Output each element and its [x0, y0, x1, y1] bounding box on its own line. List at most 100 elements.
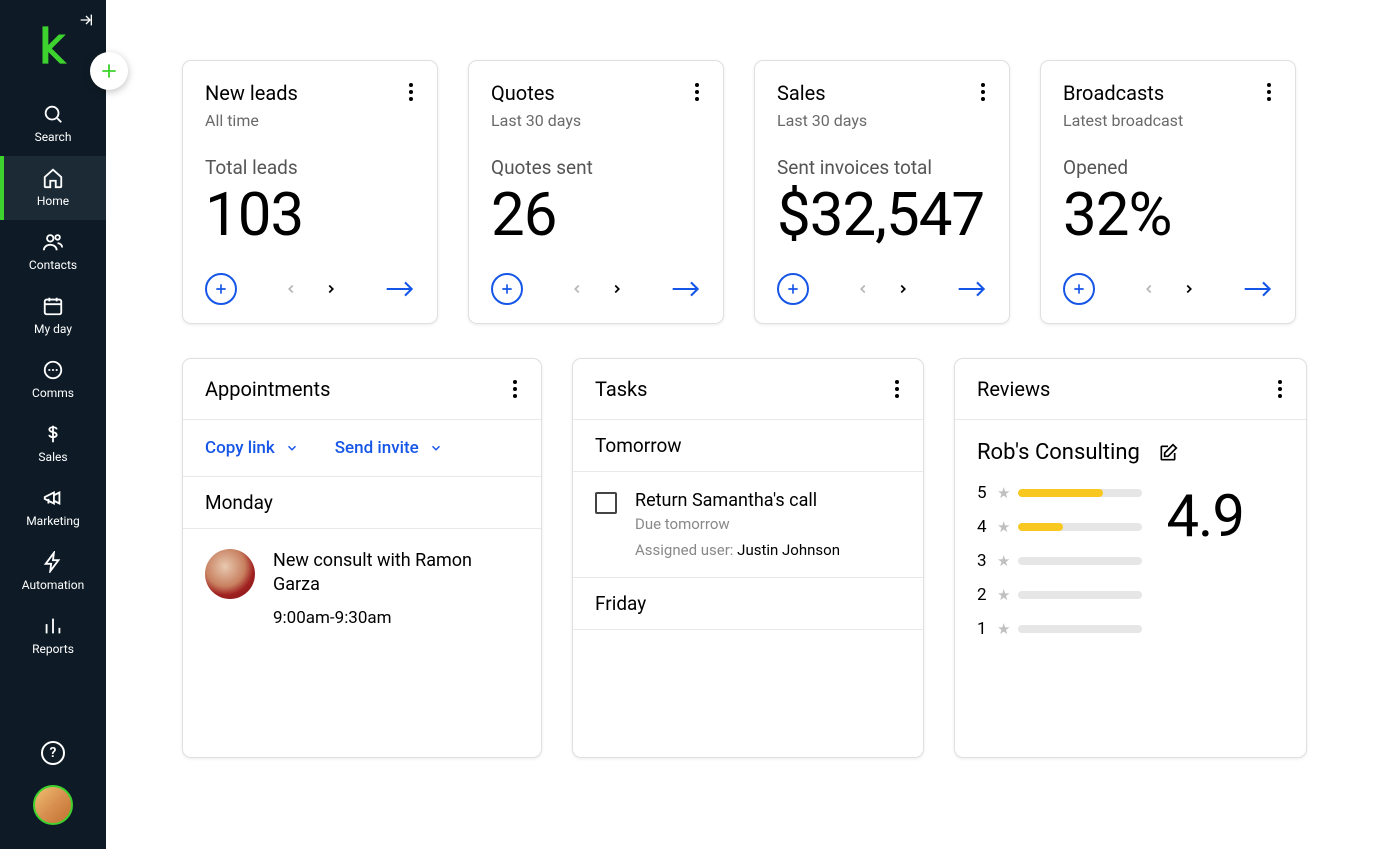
task-item[interactable]: Return Samantha's call Due tomorrow Assi… [573, 472, 923, 578]
search-icon [41, 102, 65, 126]
stat-title: Sales [777, 81, 867, 105]
stat-card: QuotesLast 30 daysQuotes sent26 [468, 60, 724, 324]
stat-value: 26 [491, 185, 701, 245]
chat-icon [41, 358, 65, 382]
more-icon[interactable] [407, 81, 415, 103]
arrow-right-icon[interactable] [385, 279, 415, 299]
task-day-header: Tomorrow [573, 420, 923, 472]
appointment-item[interactable]: New consult with Ramon Garza 9:00am-9:30… [183, 529, 541, 648]
dollar-icon [41, 422, 65, 446]
arrow-right-icon[interactable] [957, 279, 987, 299]
main-content: New leadsAll timeTotal leads103QuotesLas… [106, 0, 1373, 849]
stat-label: Quotes sent [491, 156, 701, 179]
home-icon [41, 166, 65, 190]
rating-bar [1018, 489, 1142, 497]
stat-card: SalesLast 30 daysSent invoices total$32,… [754, 60, 1010, 324]
bolt-icon [41, 550, 65, 574]
rating-bar [1018, 523, 1142, 531]
star-icon: ★ [997, 552, 1010, 570]
stat-title: Broadcasts [1063, 81, 1183, 105]
more-icon[interactable] [1265, 81, 1273, 103]
star-icon: ★ [997, 518, 1010, 536]
stat-card: BroadcastsLatest broadcastOpened32% [1040, 60, 1296, 324]
user-avatar[interactable] [33, 785, 73, 825]
stat-title: Quotes [491, 81, 581, 105]
chevron-left-icon [570, 280, 584, 298]
edit-icon[interactable] [1158, 443, 1178, 463]
stat-subtitle: Last 30 days [777, 111, 867, 130]
task-day-header: Friday [573, 578, 923, 630]
appointment-title: New consult with Ramon Garza [273, 549, 519, 598]
chevron-left-icon [1142, 280, 1156, 298]
bar-chart-icon [41, 614, 65, 638]
rating-row: 1★ [977, 619, 1142, 639]
more-icon[interactable] [1276, 378, 1284, 400]
business-name: Rob's Consulting [977, 440, 1140, 465]
star-icon: ★ [997, 620, 1010, 638]
appointment-day-header: Monday [183, 477, 541, 529]
sidebar: Search Home Contacts My day Comms Sales Market… [0, 0, 106, 849]
chevron-right-icon[interactable] [1182, 280, 1196, 298]
more-icon[interactable] [893, 378, 901, 400]
nav-label: My day [34, 322, 72, 336]
add-icon[interactable] [205, 273, 237, 305]
task-checkbox[interactable] [595, 492, 617, 514]
reviews-card: Reviews Rob's Consulting 5★4★3★2★1★ 4.9 [954, 358, 1307, 758]
arrow-right-icon[interactable] [1243, 279, 1273, 299]
chevron-right-icon[interactable] [610, 280, 624, 298]
add-icon[interactable] [1063, 273, 1095, 305]
stat-title: New leads [205, 81, 298, 105]
nav-bolt[interactable]: Automation [0, 540, 106, 604]
arrow-right-icon[interactable] [671, 279, 701, 299]
add-icon[interactable] [491, 273, 523, 305]
rating-number: 3 [977, 551, 989, 571]
rating-row: 5★ [977, 483, 1142, 503]
chevron-right-icon[interactable] [324, 280, 338, 298]
stat-card: New leadsAll timeTotal leads103 [182, 60, 438, 324]
rating-number: 2 [977, 585, 989, 605]
nav-contacts[interactable]: Contacts [0, 220, 106, 284]
contact-avatar [205, 549, 255, 599]
stat-label: Total leads [205, 156, 415, 179]
rating-bar [1018, 625, 1142, 633]
stat-value: 32% [1063, 185, 1273, 245]
copy-link-label: Copy link [205, 438, 275, 458]
nav-label: Sales [38, 450, 67, 464]
stat-subtitle: Latest broadcast [1063, 111, 1183, 130]
add-icon[interactable] [777, 273, 809, 305]
contacts-icon [41, 230, 65, 254]
task-assignee: Assigned user: Justin Johnson [635, 541, 840, 559]
nav-bar-chart[interactable]: Reports [0, 604, 106, 668]
nav-chat[interactable]: Comms [0, 348, 106, 412]
nav-label: Automation [22, 578, 84, 592]
copy-link-dropdown[interactable]: Copy link [205, 438, 299, 458]
stat-subtitle: All time [205, 111, 298, 130]
task-title: Return Samantha's call [635, 490, 840, 511]
add-button[interactable] [90, 52, 128, 90]
send-invite-dropdown[interactable]: Send invite [335, 438, 443, 458]
rating-score: 4.9 [1166, 483, 1244, 639]
tasks-title: Tasks [595, 377, 648, 401]
rating-number: 4 [977, 517, 989, 537]
more-icon[interactable] [979, 81, 987, 103]
nav-home[interactable]: Home [0, 156, 106, 220]
more-icon[interactable] [693, 81, 701, 103]
collapse-sidebar-icon[interactable] [78, 12, 94, 28]
help-icon[interactable]: ? [41, 741, 65, 765]
send-invite-label: Send invite [335, 438, 419, 458]
more-icon[interactable] [511, 378, 519, 400]
appointments-card: Appointments Copy link Send invite Monda… [182, 358, 542, 758]
nav-search[interactable]: Search [0, 92, 106, 156]
chevron-down-icon [285, 441, 299, 455]
nav-label: Home [37, 194, 69, 208]
chevron-right-icon[interactable] [896, 280, 910, 298]
rating-row: 3★ [977, 551, 1142, 571]
reviews-title: Reviews [977, 377, 1050, 401]
nav-label: Search [35, 130, 72, 144]
nav-megaphone[interactable]: Marketing [0, 476, 106, 540]
chevron-down-icon [429, 441, 443, 455]
stat-label: Sent invoices total [777, 156, 987, 179]
nav-dollar[interactable]: Sales [0, 412, 106, 476]
star-icon: ★ [997, 484, 1010, 502]
nav-calendar[interactable]: My day [0, 284, 106, 348]
